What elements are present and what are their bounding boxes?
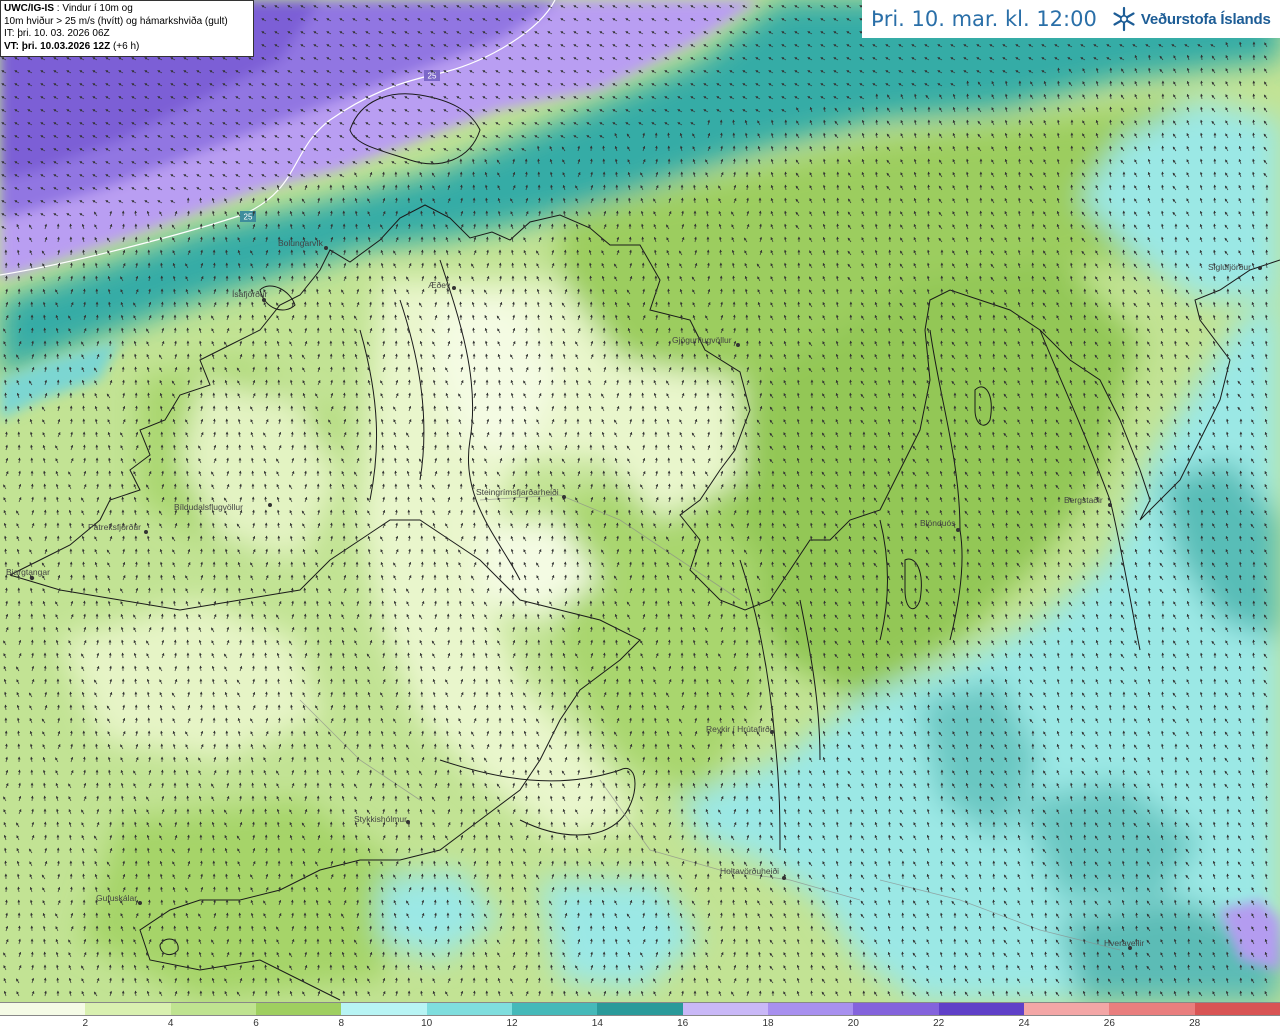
- legend-segment: [597, 1003, 683, 1015]
- legend-segment: [938, 1003, 1024, 1015]
- legend-tick-label: 16: [677, 1018, 689, 1029]
- model-info-line2: 10m hviður > 25 m/s (hvítt) og hámarkshv…: [4, 15, 228, 27]
- legend-tick-label: 28: [1189, 1018, 1201, 1029]
- initial-time: IT: þri. 10. 03. 2026 06Z: [4, 28, 110, 39]
- brand-name: Veðurstofa Íslands: [1140, 10, 1271, 28]
- legend-segment: [682, 1003, 768, 1015]
- valid-time-bold: VT: þri. 10.03.2026 12Z: [4, 40, 111, 52]
- snowflake-logo-icon: [1113, 6, 1135, 32]
- legend-tick-label: 6: [253, 1018, 259, 1029]
- legend-segment: [426, 1003, 512, 1015]
- legend-segment: [511, 1003, 598, 1015]
- model-name: UWC/IG-IS: [4, 3, 54, 14]
- legend-segment: [0, 1003, 86, 1015]
- place-reykir: Reykir í Hrútafirði: [706, 724, 774, 734]
- model-info-box: UWC/IG-IS : Vindur í 10m og 10m hviður >…: [0, 0, 254, 57]
- legend-tick-label: 22: [933, 1018, 945, 1029]
- legend-colorbar: [0, 1002, 1280, 1016]
- legend-segment: [255, 1003, 342, 1015]
- place-stykkisholmur: Stykkishólmur: [354, 814, 410, 824]
- legend-tick-label: 26: [1103, 1018, 1115, 1029]
- forecast-offset: (+6 h): [112, 40, 140, 52]
- valid-time-line: VT: þri. 10.03.2026 12Z (+6 h): [4, 41, 250, 54]
- header-box: Þri. 10. mar. kl. 12:00 Veðurstofa Íslan…: [862, 0, 1280, 38]
- legend-segment: [341, 1003, 427, 1015]
- legend-tick-label: 14: [591, 1018, 603, 1029]
- legend-segment: [170, 1003, 256, 1015]
- legend-segment: [853, 1003, 939, 1015]
- color-legend: 2 4 6 8 10 12 14 16 18 20 22 24 26 28: [0, 1002, 1280, 1030]
- model-info-desc: : Vindur í 10m og: [56, 3, 133, 14]
- legend-tick-label: 20: [847, 1018, 859, 1029]
- legend-tick-label: 18: [762, 1018, 774, 1029]
- legend-segment: [1023, 1003, 1110, 1015]
- legend-tick-label: 24: [1018, 1018, 1030, 1029]
- isoline-label: 25: [428, 72, 437, 81]
- legend-tick-label: 8: [338, 1018, 345, 1029]
- legend-segment: [85, 1003, 171, 1015]
- legend-segment: [1194, 1003, 1280, 1015]
- valid-time-title: Þri. 10. mar. kl. 12:00: [871, 7, 1097, 31]
- model-info-line1: UWC/IG-IS : Vindur í 10m og: [4, 3, 250, 16]
- legend-tick-label: 10: [421, 1018, 433, 1029]
- isoline-label: 25: [244, 213, 253, 222]
- wind-map[interactable]: 25 25 Bolungarvík Ísafjörður Æðey Gjögur…: [0, 0, 1280, 1002]
- legend-segment: [767, 1003, 854, 1015]
- legend-tick-label: 2: [82, 1018, 89, 1029]
- brand-logo[interactable]: Veðurstofa Íslands: [1111, 6, 1271, 32]
- legend-segment: [1109, 1003, 1195, 1015]
- legend-tick-label: 4: [167, 1018, 174, 1029]
- legend-tick-label: 12: [506, 1018, 518, 1029]
